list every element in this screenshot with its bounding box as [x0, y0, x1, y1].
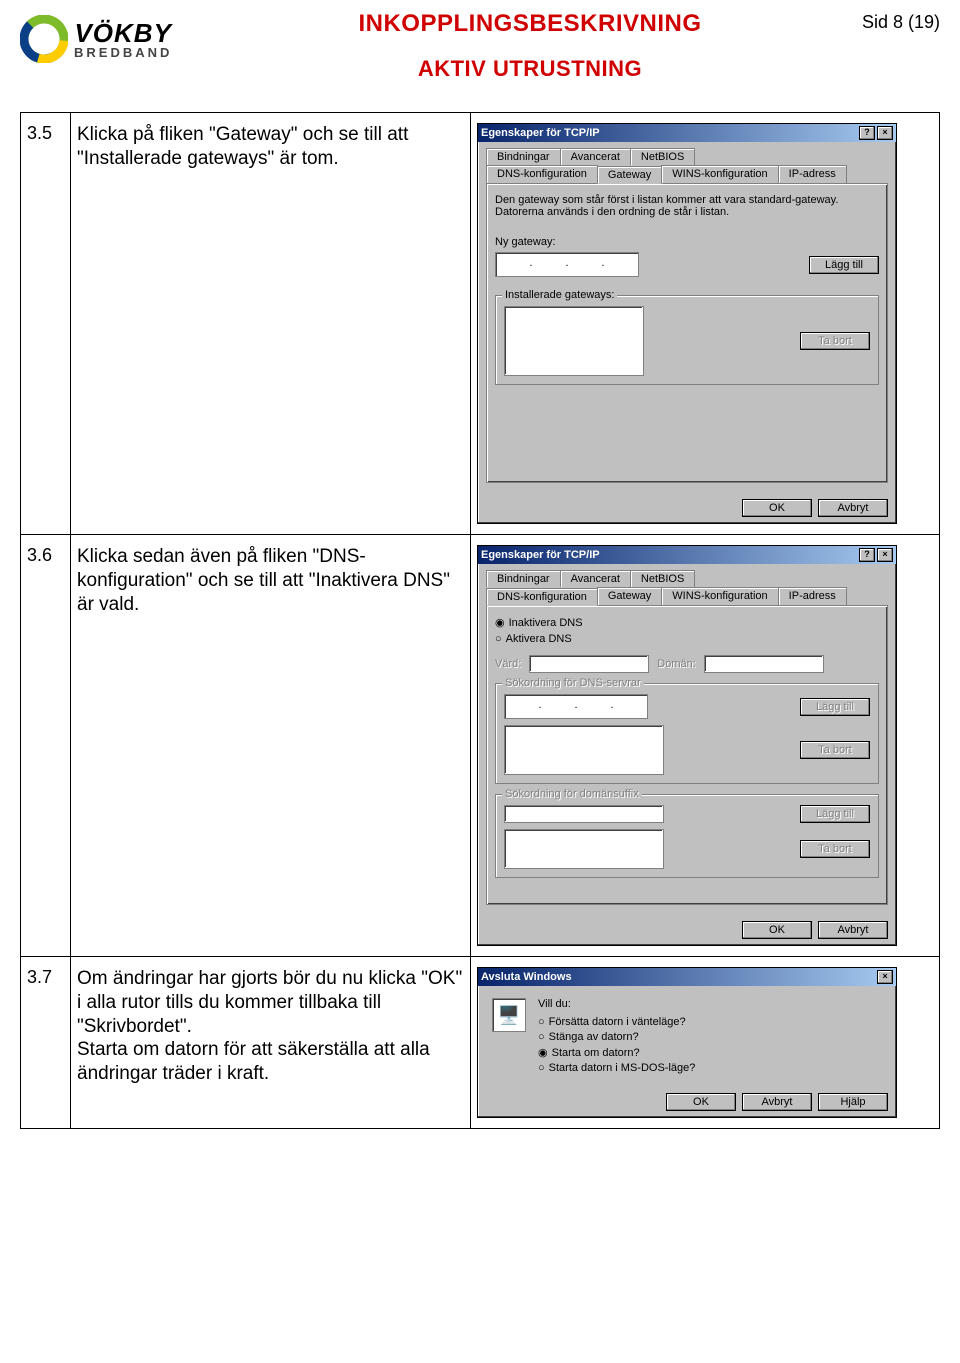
suffix-list	[504, 829, 664, 869]
ok-button[interactable]: OK	[742, 921, 812, 939]
step-number: 3.6	[21, 535, 71, 957]
tab-netbios[interactable]: NetBIOS	[630, 570, 695, 587]
host-input	[529, 655, 649, 673]
radio-restart-label: Starta om datorn?	[552, 1047, 640, 1059]
suffix-input	[504, 805, 664, 823]
cancel-button[interactable]: Avbryt	[742, 1093, 812, 1111]
tab-netbios[interactable]: NetBIOS	[630, 148, 695, 165]
tab-bindings[interactable]: Bindningar	[486, 148, 561, 165]
tab-advanced[interactable]: Avancerat	[560, 148, 631, 165]
installed-gateways-group: Installerade gateways: Ta bort	[495, 295, 879, 385]
help-icon[interactable]: ?	[859, 126, 875, 140]
domain-label: Domän:	[657, 658, 696, 670]
step-number: 3.7	[21, 957, 71, 1129]
dns-server-list	[504, 725, 664, 775]
gateway-description: Den gateway som står först i listan komm…	[495, 194, 879, 218]
radio-standby[interactable]: Försätta datorn i vänteläge?	[538, 1016, 695, 1028]
tab-dns[interactable]: DNS-konfiguration	[486, 588, 598, 606]
step-text: Klicka sedan även på fliken "DNS-konfigu…	[71, 535, 471, 957]
radio-restart[interactable]: Starta om datorn?	[538, 1046, 695, 1059]
close-icon[interactable]: ×	[877, 548, 893, 562]
host-label: Värd:	[495, 658, 521, 670]
ok-button[interactable]: OK	[666, 1093, 736, 1111]
installed-gateways-label: Installerade gateways:	[502, 289, 617, 301]
ok-button[interactable]: OK	[742, 499, 812, 517]
cancel-button[interactable]: Avbryt	[818, 499, 888, 517]
dialog-title: Avsluta Windows	[481, 971, 572, 983]
doc-title: INKOPPLINGSBESKRIVNING	[254, 10, 806, 38]
radio-msdos-label: Starta datorn i MS-DOS-läge?	[549, 1062, 696, 1074]
steps-table: 3.5 Klicka på fliken "Gateway" och se ti…	[20, 112, 940, 1129]
radio-disable-dns[interactable]: Inaktivera DNS	[495, 616, 879, 629]
radio-enable-dns[interactable]: Aktivera DNS	[495, 633, 879, 645]
step-text: Om ändringar har gjorts bör du nu klicka…	[71, 957, 471, 1129]
dns-search-label: Sökordning för DNS-servrar	[502, 677, 644, 689]
dialog-title: Egenskaper för TCP/IP	[481, 549, 600, 561]
tab-dns[interactable]: DNS-konfiguration	[486, 165, 598, 183]
tab-gateway[interactable]: Gateway	[597, 587, 662, 605]
new-gateway-label: Ny gateway:	[495, 236, 879, 248]
installed-gateways-list[interactable]	[504, 306, 644, 376]
table-row: 3.7 Om ändringar har gjorts bör du nu kl…	[21, 957, 940, 1129]
radio-standby-label: Försätta datorn i vänteläge?	[549, 1016, 686, 1028]
add-button: Lägg till	[800, 698, 870, 716]
logo-icon	[20, 15, 68, 63]
cancel-button[interactable]: Avbryt	[818, 921, 888, 939]
suffix-search-group: Sökordning för domänsuffix Lägg till	[495, 794, 879, 878]
step-number: 3.5	[21, 113, 71, 535]
tab-gateway[interactable]: Gateway	[597, 166, 662, 184]
step-text: Klicka på fliken "Gateway" och se till a…	[71, 113, 471, 535]
shutdown-icon: 🖥️	[492, 998, 526, 1032]
remove-button: Ta bort	[800, 840, 870, 858]
dns-search-group: Sökordning för DNS-servrar . . .	[495, 683, 879, 784]
remove-button: Ta bort	[800, 741, 870, 759]
new-gateway-input[interactable]: . . .	[495, 252, 639, 277]
close-icon[interactable]: ×	[877, 126, 893, 140]
close-icon[interactable]: ×	[877, 970, 893, 984]
doc-subtitle: AKTIV UTRUSTNING	[254, 56, 806, 82]
dialog-title: Egenskaper för TCP/IP	[481, 127, 600, 139]
tab-wins[interactable]: WINS-konfiguration	[661, 587, 778, 605]
domain-input	[704, 655, 824, 673]
logo-main-text: VÖKBY	[74, 20, 171, 46]
suffix-label: Sökordning för domänsuffix	[502, 788, 642, 800]
table-row: 3.6 Klicka sedan även på fliken "DNS-kon…	[21, 535, 940, 957]
radio-shutdown-label: Stänga av datorn?	[549, 1031, 639, 1043]
tab-bindings[interactable]: Bindningar	[486, 570, 561, 587]
remove-button[interactable]: Ta bort	[800, 332, 870, 350]
table-row: 3.5 Klicka på fliken "Gateway" och se ti…	[21, 113, 940, 535]
tab-advanced[interactable]: Avancerat	[560, 570, 631, 587]
add-button[interactable]: Lägg till	[809, 256, 879, 274]
add-button: Lägg till	[800, 805, 870, 823]
tab-ip[interactable]: IP-adress	[778, 165, 847, 183]
tcpip-dialog-gateway: Egenskaper för TCP/IP ? × Bindningar Ava…	[477, 123, 897, 524]
tab-wins[interactable]: WINS-konfiguration	[661, 165, 778, 183]
radio-shutdown[interactable]: Stänga av datorn?	[538, 1031, 695, 1043]
brand-logo: VÖKBY BREDBAND	[20, 10, 240, 68]
help-button[interactable]: Hjälp	[818, 1093, 888, 1111]
radio-disable-dns-label: Inaktivera DNS	[509, 617, 583, 629]
radio-enable-dns-label: Aktivera DNS	[506, 633, 572, 645]
shutdown-dialog: Avsluta Windows × 🖥️ Vill du: Försätta d…	[477, 967, 897, 1118]
page-number: Sid 8 (19)	[820, 10, 940, 33]
tab-ip[interactable]: IP-adress	[778, 587, 847, 605]
help-icon[interactable]: ?	[859, 548, 875, 562]
dns-server-input: . . .	[504, 694, 648, 719]
doc-header: VÖKBY BREDBAND INKOPPLINGSBESKRIVNING AK…	[20, 10, 940, 82]
logo-sub-text: BREDBAND	[74, 46, 172, 59]
radio-msdos[interactable]: Starta datorn i MS-DOS-läge?	[538, 1062, 695, 1074]
tcpip-dialog-dns: Egenskaper för TCP/IP ? × Bindningar Ava…	[477, 545, 897, 946]
shutdown-prompt: Vill du:	[538, 998, 695, 1010]
